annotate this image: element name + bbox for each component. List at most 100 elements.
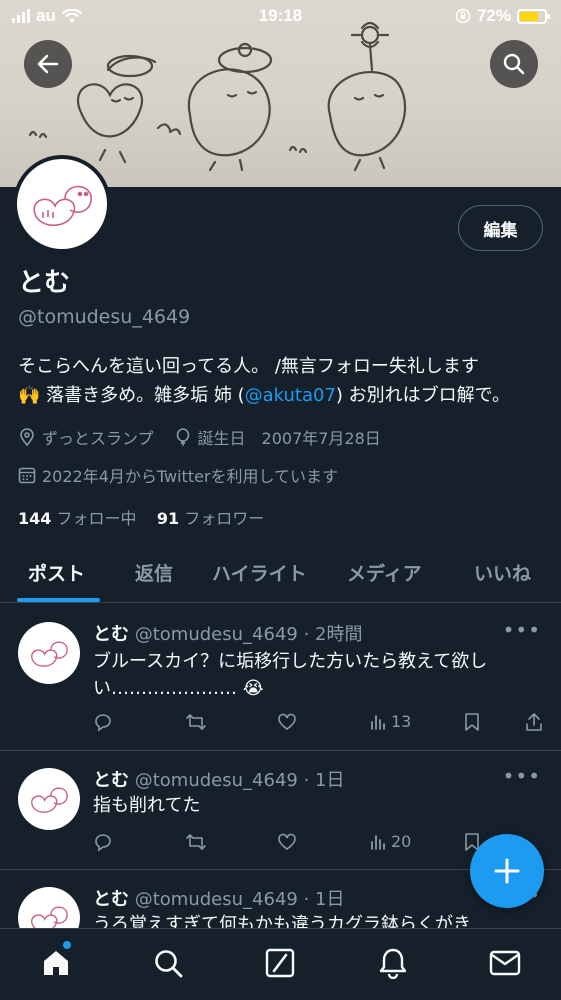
- tweet-header: とむ @tomudesu_4649 · 2時間: [93, 620, 362, 646]
- tweet-text: 指も削れてた: [93, 795, 201, 816]
- reply-icon: [95, 834, 111, 852]
- bio-text-a: 🙌 落書き多め。雑多垢 姉 (: [18, 385, 245, 406]
- nav-grok[interactable]: [262, 945, 298, 981]
- profile-avatar[interactable]: [13, 155, 111, 253]
- tweet-handle-time: @tomudesu_4649 · 1日: [134, 889, 345, 910]
- following-count: 144: [18, 509, 52, 528]
- profile-handle: @tomudesu_4649: [18, 306, 191, 328]
- views-count: 20: [391, 832, 412, 851]
- tweet-author-name[interactable]: とむ: [93, 770, 129, 791]
- avatar-doodle-image: [33, 185, 92, 227]
- bookmark-button[interactable]: [463, 712, 481, 732]
- bio-line-2: 🙌 落書き多め。雑多垢 姉 (@akuta07) お別れはブロ解で。: [18, 381, 553, 410]
- tab-replies[interactable]: 返信: [135, 559, 173, 586]
- profile-tabs: ポスト 返信 ハイライト メディア いいね: [0, 545, 561, 603]
- balloon-icon: [176, 428, 189, 446]
- plus-icon: [494, 858, 520, 884]
- status-right: 72%: [455, 6, 550, 26]
- avatar-doodle-image: [31, 641, 68, 667]
- tweet-header: とむ @tomudesu_4649 · 1日: [93, 766, 344, 792]
- battery-icon: [517, 8, 550, 24]
- bio-text-b: ) お別れはブロ解で。: [335, 385, 510, 406]
- profile-name: とむ: [18, 268, 71, 298]
- views-button[interactable]: 20: [369, 832, 411, 851]
- retweet-button[interactable]: [185, 832, 207, 852]
- home-notification-dot: [63, 941, 71, 949]
- search-icon: [503, 53, 525, 75]
- reply-button[interactable]: [93, 712, 113, 732]
- profile-bio: そこらへんを這い回ってる人。 /無言フォロー失礼します 🙌 落書き多め。雑多垢 …: [18, 352, 553, 410]
- views-button[interactable]: 13: [369, 712, 411, 731]
- nav-notifications[interactable]: [375, 945, 411, 981]
- tweet-actions: 13: [93, 712, 548, 736]
- back-button[interactable]: [24, 40, 72, 88]
- following-label: フォロー中: [56, 509, 137, 528]
- tweet-avatar[interactable]: [18, 768, 80, 830]
- status-bar: au 19:18 72%: [0, 0, 561, 32]
- tweet-header: とむ @tomudesu_4649 · 1日: [93, 885, 344, 911]
- views-icon: [371, 714, 385, 730]
- follow-stats: 144 フォロー中 91 フォロワー: [18, 505, 264, 529]
- views-icon: [371, 834, 385, 850]
- retweet-icon: [186, 714, 206, 730]
- tweet-text: ブルースカイ？に垢移行した方いたら教えて欲しい………………… 😭: [93, 651, 488, 699]
- reply-button[interactable]: [93, 832, 113, 852]
- like-button[interactable]: [277, 712, 297, 732]
- tweet-item[interactable]: とむ @tomudesu_4649 · 2時間 ••• ブルースカイ？に垢移行し…: [0, 604, 561, 751]
- tweet-avatar[interactable]: [18, 887, 80, 928]
- tab-media[interactable]: メディア: [347, 559, 422, 586]
- bell-icon: [379, 948, 407, 979]
- share-button[interactable]: [525, 712, 543, 732]
- avatar-doodle-image: [31, 787, 68, 813]
- home-icon: [44, 951, 68, 975]
- reply-icon: [95, 714, 111, 732]
- arrow-left-icon: [37, 54, 59, 74]
- tweet-author-name[interactable]: とむ: [93, 624, 129, 645]
- bio-line-1: そこらへんを這い回ってる人。 /無言フォロー失礼します: [18, 356, 479, 377]
- search-button[interactable]: [490, 40, 538, 88]
- edit-profile-button[interactable]: 編集: [458, 205, 543, 251]
- profile-birthday: 誕生日 2007年7月28日: [197, 429, 381, 448]
- nav-messages[interactable]: [487, 945, 523, 981]
- tweet-avatar[interactable]: [18, 622, 80, 684]
- following-link[interactable]: 144 フォロー中: [18, 509, 137, 528]
- tweet-handle-time: @tomudesu_4649 · 2時間: [134, 624, 363, 645]
- compose-button[interactable]: [470, 834, 544, 908]
- followers-count: 91: [156, 509, 180, 528]
- share-icon: [526, 713, 542, 731]
- orientation-lock-icon: [455, 8, 471, 24]
- active-tab-indicator: [17, 598, 100, 602]
- tweet-handle-time: @tomudesu_4649 · 1日: [134, 770, 345, 791]
- more-icon[interactable]: •••: [503, 618, 541, 642]
- heart-icon: [278, 833, 296, 850]
- followers-label: フォロワー: [184, 509, 265, 528]
- tweet-author-name[interactable]: とむ: [93, 889, 129, 910]
- bottom-nav: [0, 928, 561, 1000]
- profile-location: ずっとスランプ: [42, 429, 154, 448]
- retweet-button[interactable]: [185, 712, 207, 732]
- bio-mention-link[interactable]: @akuta07: [245, 385, 336, 406]
- profile-meta-row-1: ずっとスランプ 誕生日 2007年7月28日: [18, 425, 381, 449]
- location-icon: [20, 428, 34, 446]
- heart-icon: [278, 713, 296, 730]
- nav-search[interactable]: [150, 945, 186, 981]
- tweet-text: うろ覚えすぎて何もかも違うカグラ鉢らくがき: [93, 914, 471, 928]
- profile-meta-row-2: 2022年4月からTwitterを利用しています: [18, 463, 338, 487]
- tab-likes[interactable]: いいね: [474, 559, 531, 586]
- mail-icon: [489, 950, 521, 976]
- bookmark-icon: [465, 713, 479, 731]
- tab-highlights[interactable]: ハイライト: [212, 559, 307, 586]
- retweet-icon: [186, 834, 206, 850]
- grok-icon: [265, 948, 295, 978]
- nav-home[interactable]: [38, 945, 74, 981]
- tab-posts[interactable]: ポスト: [28, 559, 85, 586]
- more-icon[interactable]: •••: [503, 764, 541, 788]
- followers-link[interactable]: 91 フォロワー: [157, 509, 264, 528]
- avatar-doodle-image: [31, 906, 68, 928]
- views-count: 13: [391, 712, 412, 731]
- like-button[interactable]: [277, 832, 297, 852]
- profile-joined: 2022年4月からTwitterを利用しています: [42, 467, 339, 486]
- calendar-icon: [18, 467, 36, 484]
- battery-percent: 72%: [476, 6, 511, 25]
- search-icon: [155, 950, 183, 978]
